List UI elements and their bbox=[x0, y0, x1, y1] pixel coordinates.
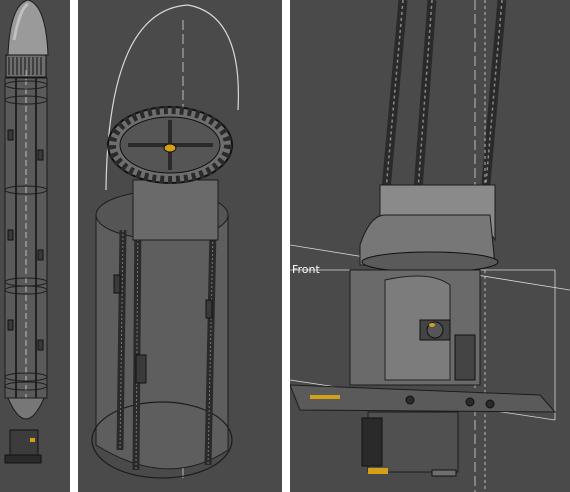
front-plane-label: Front bbox=[292, 263, 320, 276]
assembly-closeup-view[interactable]: Front bbox=[290, 0, 570, 492]
gear-closeup-view[interactable] bbox=[78, 0, 282, 492]
overview-view[interactable] bbox=[0, 0, 70, 492]
gear-closeup-drawing bbox=[91, 4, 240, 480]
gear-wheel bbox=[107, 106, 233, 184]
bottom-bulb bbox=[7, 397, 45, 420]
assembly-closeup-drawing bbox=[290, 0, 570, 492]
nose-cone bbox=[7, 0, 49, 56]
overview-drawing bbox=[4, 0, 49, 464]
